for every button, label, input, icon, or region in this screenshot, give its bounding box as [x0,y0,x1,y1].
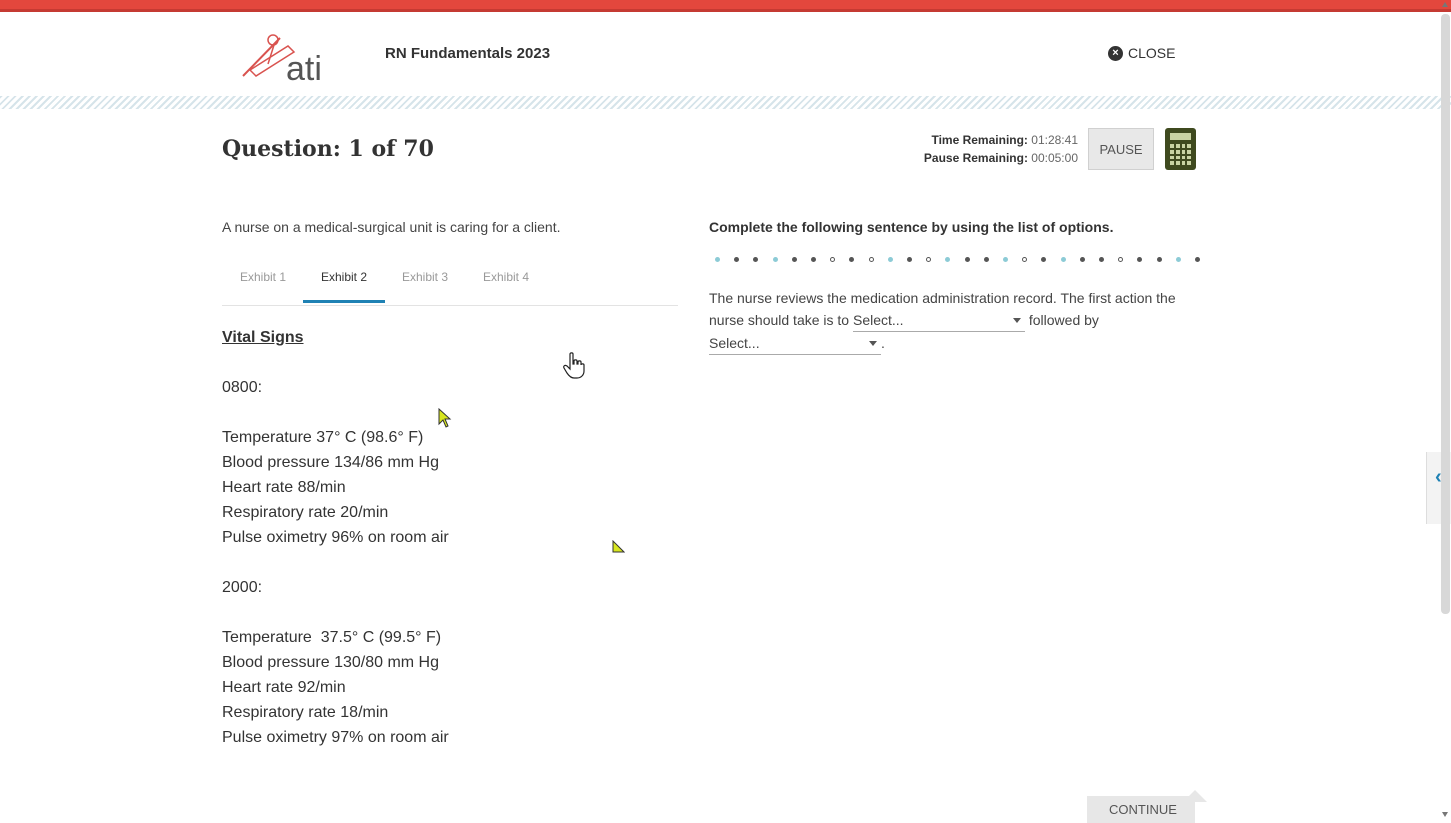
question-stem: A nurse on a medical-surgical unit is ca… [222,219,561,235]
vital-line: Pulse oximetry 97% on room air [222,729,449,746]
vitals-2000: Temperature 37.5° C (99.5° F) Blood pres… [222,625,449,750]
continue-button[interactable]: CONTINUE [1087,796,1195,823]
select-dropdown-2[interactable]: Select... [709,332,881,355]
question-title: Question: 1 of 70 [222,136,434,162]
pause-button[interactable]: PAUSE [1088,128,1154,170]
vital-line: Blood pressure 130/80 mm Hg [222,654,439,671]
dot-divider [715,254,1200,266]
vital-line: Heart rate 92/min [222,679,346,696]
scroll-up-arrow-icon[interactable] [1442,2,1448,7]
divider-dot [887,257,893,262]
time-remaining: Time Remaining: 01:28:41 [931,133,1078,147]
tab-exhibit-1[interactable]: Exhibit 1 [240,270,286,284]
header: ati RN Fundamentals 2023 × CLOSE [0,12,1451,96]
divider-dot [964,257,970,262]
active-tab-indicator [303,300,385,303]
divider-dot [1195,257,1200,262]
calculator-icon[interactable] [1165,128,1196,170]
divider-dot [791,257,797,262]
caret-down-icon [1012,318,1021,323]
sentence-prompt: The nurse reviews the medication adminis… [709,287,1189,355]
close-circle-icon: × [1108,45,1123,61]
arrow-cursor-icon [438,408,452,428]
divider-dot [945,257,951,262]
select-dropdown-1[interactable]: Select... [852,309,1025,332]
top-accent-bar [0,0,1451,12]
pause-remaining: Pause Remaining: 00:05:00 [923,151,1078,165]
exhibit-content: Vital Signs 0800: Temperature 37° C (98.… [222,325,449,775]
close-label: CLOSE [1128,45,1176,61]
divider-dot [1137,257,1143,262]
sentence-end: . [881,335,885,351]
divider-dot [1041,257,1047,262]
divider-dot [830,257,836,262]
close-button[interactable]: × CLOSE [1108,45,1175,61]
divider-dot [734,257,740,262]
divider-dot [772,257,778,262]
time-2000: 2000: [222,579,263,596]
sentence-part2: followed by [1028,312,1099,328]
vital-line: Respiratory rate 18/min [222,704,389,721]
header-divider [0,96,1451,109]
divider-dot [1079,257,1085,262]
tab-exhibit-2[interactable]: Exhibit 2 [321,270,367,284]
divider-dot [1022,257,1028,262]
vital-line: Temperature 37.5° C (99.5° F) [222,629,442,646]
divider-dot [907,257,912,262]
vital-line: Respiratory rate 20/min [222,504,389,521]
divider-dot [715,257,720,262]
caret-down-icon [869,341,877,346]
divider-dot [1118,257,1124,262]
divider-dot [1175,257,1181,262]
vital-line: Blood pressure 134/86 mm Hg [222,454,439,471]
exhibit-heading: Vital Signs [222,329,304,346]
divider-dot [849,257,855,262]
divider-dot [926,257,932,262]
tab-exhibit-4[interactable]: Exhibit 4 [483,270,529,284]
exhibit-tabs: Exhibit 1 Exhibit 2 Exhibit 3 Exhibit 4 [222,262,678,306]
scroll-down-arrow-icon[interactable] [1442,812,1448,817]
vital-line: Pulse oximetry 96% on room air [222,529,449,546]
divider-dot [1099,257,1104,262]
app-title: RN Fundamentals 2023 [385,45,551,62]
timers: Time Remaining: 01:28:41 Pause Remaining… [870,131,1078,167]
arrow-cursor-icon [612,540,625,553]
divider-dot [753,257,759,262]
divider-dot [868,257,874,262]
vital-line: Temperature 37° C (98.6° F) [222,429,424,446]
ati-logo: ati [242,34,322,84]
vitals-0800: Temperature 37° C (98.6° F) Blood pressu… [222,425,449,550]
divider-dot [1156,257,1162,262]
divider-dot [811,257,816,262]
time-0800: 0800: [222,379,263,396]
tab-exhibit-3[interactable]: Exhibit 3 [402,270,448,284]
logo-text: ati [286,50,322,84]
task-instructions: Complete the following sentence by using… [709,219,1114,235]
divider-dot [1003,257,1008,262]
scrollbar-thumb[interactable] [1441,14,1450,614]
divider-dot [1060,257,1066,262]
divider-dot [983,257,989,262]
hand-cursor-icon [563,352,585,379]
vital-line: Heart rate 88/min [222,479,346,496]
